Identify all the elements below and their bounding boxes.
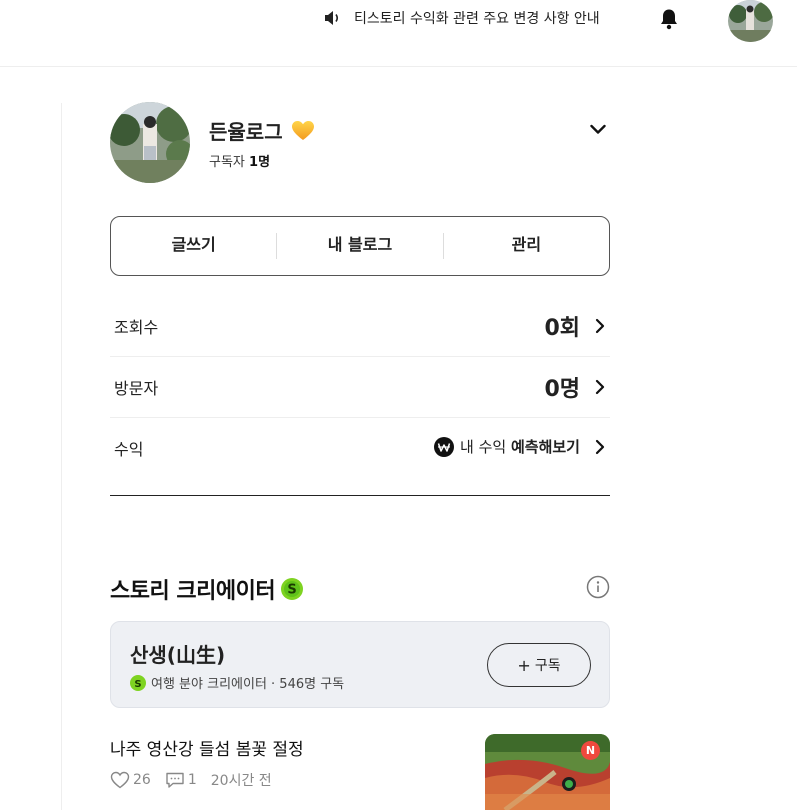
subscribe-button[interactable]: + 구독 [487, 643, 591, 687]
write-button[interactable]: 글쓰기 [111, 216, 276, 276]
bell-icon[interactable] [657, 7, 681, 31]
info-icon[interactable] [586, 575, 610, 599]
plus-icon: + [517, 655, 531, 675]
comment-icon[interactable] [165, 771, 185, 789]
manage-button[interactable]: 관리 [444, 216, 609, 276]
revenue-predict-link[interactable]: 내 수익 예측해보기 [460, 436, 580, 457]
subscribers-count: 1명 [249, 155, 271, 170]
left-divider [61, 103, 62, 810]
chevron-right-icon [595, 439, 605, 454]
stat-visitors[interactable]: 방문자 0명 [110, 357, 610, 418]
heart-icon [291, 120, 314, 140]
subscriber-info: 구독자 1명 [209, 151, 270, 170]
visitors-value: 0명 [544, 377, 580, 402]
blog-action-group: 글쓰기 내 블로그 관리 [110, 216, 610, 276]
post-title[interactable]: 나주 영산강 들섬 봄꽃 절정 [110, 735, 304, 760]
stat-views[interactable]: 조회수 0회 [110, 296, 610, 357]
notice-banner[interactable]: 티스토리 수익화 관련 주요 변경 사항 안내 [322, 8, 600, 28]
won-icon [434, 436, 455, 457]
svg-text:S: S [134, 679, 141, 690]
top-bar: 티스토리 수익화 관련 주요 변경 사항 안내 [0, 0, 797, 67]
post-meta: 26 1 20시간 전 [110, 770, 272, 790]
blog-name-row: 든율로그 [209, 116, 315, 145]
revenue-action: 예측해보기 [510, 438, 580, 456]
creator-name[interactable]: 산생(山生) [130, 639, 225, 668]
creator-meta-text: 여행 분야 크리에이터 · 546명 구독 [151, 677, 345, 692]
new-badge: N [581, 741, 600, 760]
likes-count: 26 [133, 772, 151, 788]
creator-meta: S 여행 분야 크리에이터 · 546명 구독 [130, 673, 344, 692]
revenue-label: 수익 [114, 440, 144, 459]
heart-outline-icon[interactable] [110, 771, 130, 789]
creator-section-title: 스토리 크리에이터 [110, 579, 276, 604]
subscribers-label: 구독자 [209, 155, 245, 170]
views-value: 0회 [544, 316, 580, 341]
speaker-icon [325, 11, 339, 25]
creator-card[interactable]: 산생(山生) S 여행 분야 크리에이터 · 546명 구독 + 구독 [110, 621, 610, 708]
blog-name[interactable]: 든율로그 [209, 116, 283, 145]
visitors-label: 방문자 [114, 379, 159, 398]
revenue-prefix: 내 수익 [460, 438, 507, 456]
chevron-right-icon [595, 379, 605, 395]
notice-text: 티스토리 수익화 관련 주요 변경 사항 안내 [354, 11, 600, 27]
my-blog-button[interactable]: 내 블로그 [277, 216, 442, 276]
views-label: 조회수 [114, 318, 159, 337]
user-avatar[interactable] [728, 0, 773, 42]
creator-badge-icon: S [281, 578, 304, 600]
post-time: 20시간 전 [210, 773, 272, 789]
creator-badge-icon: S [130, 674, 146, 691]
blog-avatar[interactable] [110, 102, 190, 183]
badge-letter: S [287, 583, 296, 598]
chevron-right-icon [595, 318, 605, 334]
chevron-down-icon[interactable] [586, 117, 610, 141]
comments-count: 1 [187, 772, 197, 788]
creator-section-header: 스토리 크리에이터 S [110, 573, 304, 605]
subscribe-label: 구독 [534, 658, 561, 674]
stat-revenue[interactable]: 수익 내 수익 예측해보기 [110, 418, 610, 496]
